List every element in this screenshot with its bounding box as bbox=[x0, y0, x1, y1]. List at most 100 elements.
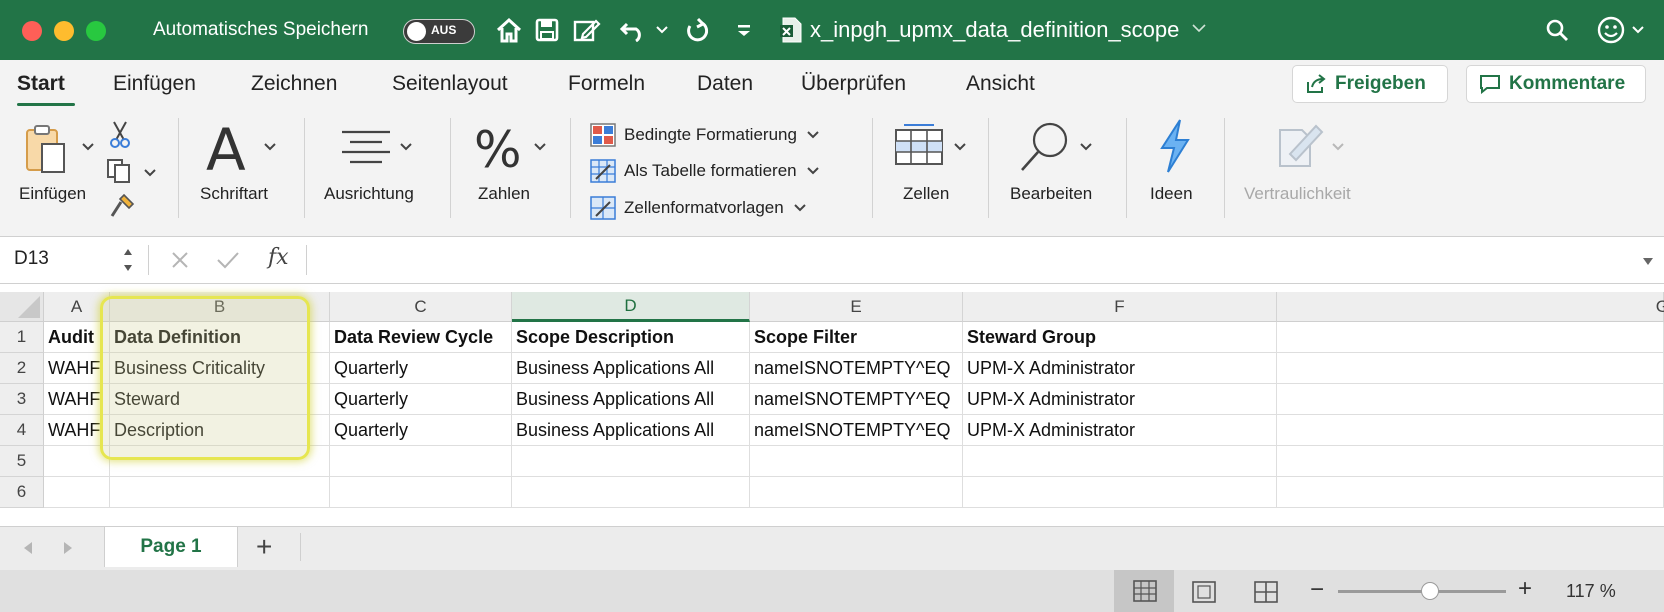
tab-start[interactable]: Start bbox=[17, 72, 65, 96]
cut-icon[interactable] bbox=[108, 120, 132, 153]
page-break-view-icon[interactable] bbox=[1252, 580, 1280, 609]
tab-page-layout[interactable]: Seitenlayout bbox=[392, 72, 508, 96]
format-painter-icon[interactable] bbox=[108, 192, 136, 225]
cell-c2[interactable]: Quarterly bbox=[330, 353, 512, 384]
cell-d2[interactable]: Business Applications All bbox=[512, 353, 750, 384]
row-header-4[interactable]: 4 bbox=[0, 415, 44, 446]
cell-g5[interactable] bbox=[1277, 446, 1664, 477]
cell-c4[interactable]: Quarterly bbox=[330, 415, 512, 446]
row-header-6[interactable]: 6 bbox=[0, 477, 44, 508]
redo-icon[interactable] bbox=[680, 14, 714, 46]
zoom-slider-track[interactable] bbox=[1338, 582, 1506, 600]
home-icon[interactable] bbox=[492, 14, 526, 46]
select-all-corner[interactable] bbox=[0, 292, 44, 322]
column-header-e[interactable]: E bbox=[750, 292, 963, 322]
cell-a6[interactable] bbox=[44, 477, 110, 508]
cell-f4[interactable]: UPM-X Administrator bbox=[963, 415, 1277, 446]
feedback-chevron-icon[interactable] bbox=[1630, 14, 1646, 46]
font-dropdown-chevron-icon[interactable] bbox=[264, 138, 276, 156]
next-sheet-arrow-icon[interactable] bbox=[62, 541, 74, 560]
add-sheet-button[interactable]: + bbox=[256, 531, 272, 563]
page-layout-view-icon[interactable] bbox=[1190, 580, 1218, 609]
name-box-stepper-icon[interactable] bbox=[122, 245, 134, 280]
alignment-icon[interactable] bbox=[340, 128, 392, 173]
cell-c5[interactable] bbox=[330, 446, 512, 477]
tab-data[interactable]: Daten bbox=[697, 72, 753, 96]
cell-g4[interactable] bbox=[1277, 415, 1664, 446]
cancel-x-icon[interactable] bbox=[170, 250, 190, 275]
sheet-tab-page-1[interactable]: Page 1 bbox=[104, 527, 238, 567]
autosave-toggle[interactable]: AUS bbox=[403, 19, 475, 44]
row-header-5[interactable]: 5 bbox=[0, 446, 44, 477]
column-header-d[interactable]: D bbox=[512, 292, 750, 322]
edit-document-icon[interactable] bbox=[570, 14, 604, 46]
insert-function-fx-icon[interactable]: fx bbox=[268, 245, 289, 270]
cell-e1[interactable]: Scope Filter bbox=[750, 322, 963, 353]
share-button[interactable]: Freigeben bbox=[1292, 65, 1448, 103]
zoom-in-plus-icon[interactable]: + bbox=[1518, 577, 1532, 601]
copy-dropdown-chevron-icon[interactable] bbox=[144, 164, 156, 182]
column-header-c[interactable]: C bbox=[330, 292, 512, 322]
tab-formulas[interactable]: Formeln bbox=[568, 72, 645, 96]
cell-f5[interactable] bbox=[963, 446, 1277, 477]
tab-draw[interactable]: Zeichnen bbox=[251, 72, 337, 96]
cell-e4[interactable]: nameISNOTEMPTY^EQ bbox=[750, 415, 963, 446]
cell-g3[interactable] bbox=[1277, 384, 1664, 415]
format-as-table-button[interactable]: Als Tabelle formatieren bbox=[590, 156, 827, 186]
title-chevron-down-icon[interactable] bbox=[1192, 20, 1206, 38]
expand-formula-chevron-icon[interactable] bbox=[1642, 254, 1654, 272]
paste-dropdown-chevron-icon[interactable] bbox=[82, 138, 94, 156]
font-icon[interactable]: A bbox=[206, 120, 246, 180]
undo-icon[interactable] bbox=[616, 14, 650, 46]
tab-insert[interactable]: Einfügen bbox=[113, 72, 196, 96]
cell-e5[interactable] bbox=[750, 446, 963, 477]
column-header-f[interactable]: F bbox=[963, 292, 1277, 322]
zoom-level[interactable]: 117 % bbox=[1566, 581, 1616, 602]
cell-d1[interactable]: Scope Description bbox=[512, 322, 750, 353]
cell-f2[interactable]: UPM-X Administrator bbox=[963, 353, 1277, 384]
cell-e6[interactable] bbox=[750, 477, 963, 508]
tab-view[interactable]: Ansicht bbox=[966, 72, 1035, 96]
minimize-window-button[interactable] bbox=[54, 21, 74, 41]
cell-d6[interactable] bbox=[512, 477, 750, 508]
close-window-button[interactable] bbox=[22, 21, 42, 41]
row-header-2[interactable]: 2 bbox=[0, 353, 44, 384]
row-header-1[interactable]: 1 bbox=[0, 322, 44, 353]
smiley-feedback-icon[interactable] bbox=[1594, 14, 1628, 46]
cell-d5[interactable] bbox=[512, 446, 750, 477]
edit-dropdown-chevron-icon[interactable] bbox=[1080, 138, 1092, 156]
conditional-formatting-button[interactable]: Bedingte Formatierung bbox=[590, 120, 827, 150]
copy-icon[interactable] bbox=[106, 158, 134, 189]
prev-sheet-arrow-icon[interactable] bbox=[22, 541, 34, 560]
cell-b6[interactable] bbox=[110, 477, 330, 508]
confirm-check-icon[interactable] bbox=[216, 250, 240, 275]
tab-review[interactable]: Überprüfen bbox=[801, 72, 906, 96]
cell-e2[interactable]: nameISNOTEMPTY^EQ bbox=[750, 353, 963, 384]
cell-g6[interactable] bbox=[1277, 477, 1664, 508]
cell-d4[interactable]: Business Applications All bbox=[512, 415, 750, 446]
save-icon[interactable] bbox=[532, 14, 562, 46]
cell-c1[interactable]: Data Review Cycle bbox=[330, 322, 512, 353]
percent-icon[interactable]: % bbox=[474, 122, 522, 178]
row-header-3[interactable]: 3 bbox=[0, 384, 44, 415]
cell-d3[interactable]: Business Applications All bbox=[512, 384, 750, 415]
paste-icon[interactable] bbox=[24, 124, 68, 179]
cell-f6[interactable] bbox=[963, 477, 1277, 508]
document-title[interactable]: x_inpgh_upmx_data_definition_scope bbox=[810, 17, 1179, 43]
alignment-dropdown-chevron-icon[interactable] bbox=[400, 138, 412, 156]
zoom-slider-knob[interactable] bbox=[1421, 582, 1440, 600]
comments-button[interactable]: Kommentare bbox=[1466, 65, 1646, 103]
normal-view-button[interactable] bbox=[1114, 570, 1174, 612]
cell-c6[interactable] bbox=[330, 477, 512, 508]
zoom-window-button[interactable] bbox=[86, 21, 106, 41]
cell-c3[interactable]: Quarterly bbox=[330, 384, 512, 415]
number-dropdown-chevron-icon[interactable] bbox=[534, 138, 546, 156]
cell-g2[interactable] bbox=[1277, 353, 1664, 384]
cells-dropdown-chevron-icon[interactable] bbox=[954, 138, 966, 156]
name-box[interactable]: D13 bbox=[14, 248, 49, 270]
cells-icon[interactable] bbox=[894, 124, 944, 173]
customize-toolbar-icon[interactable] bbox=[732, 14, 756, 46]
magnifier-icon[interactable] bbox=[1018, 120, 1074, 179]
column-header-g[interactable]: G bbox=[1277, 292, 1664, 322]
cell-f3[interactable]: UPM-X Administrator bbox=[963, 384, 1277, 415]
